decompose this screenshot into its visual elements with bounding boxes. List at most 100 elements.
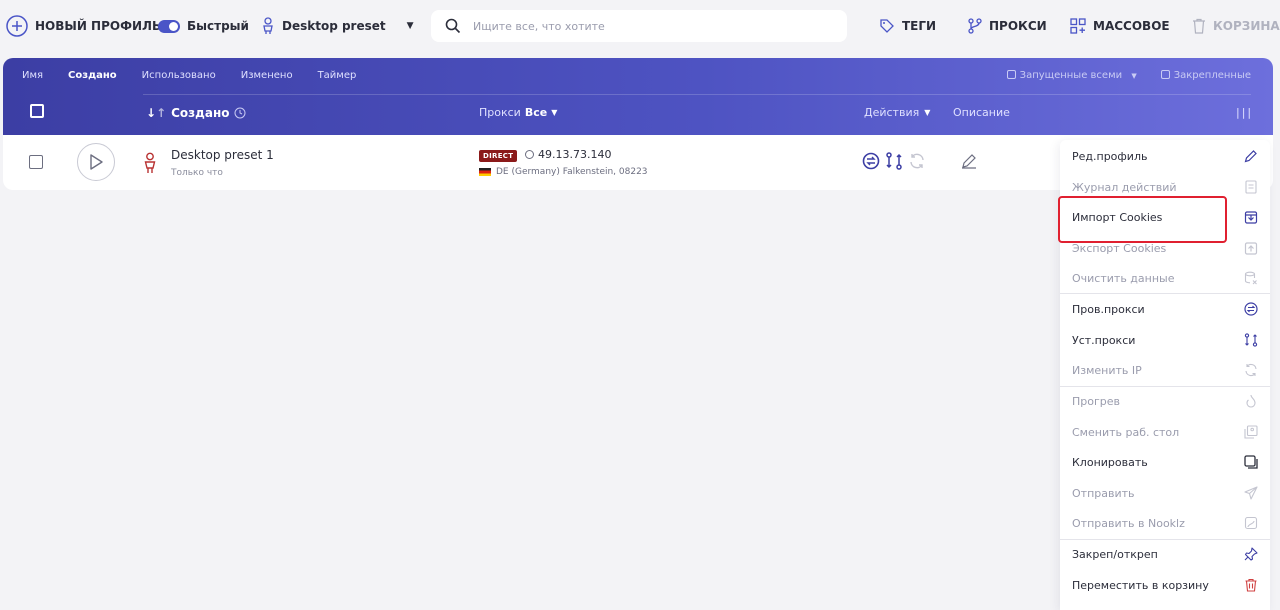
menu-item-label: Очистить данные — [1072, 271, 1175, 285]
sort-tabs: Имя Создано Использовано Изменено Таймер — [22, 70, 381, 81]
desktop-switch-icon — [1244, 425, 1258, 439]
set-proxy-icon[interactable] — [885, 152, 903, 170]
menu-item-check-proxy[interactable]: Пров.прокси — [1060, 294, 1270, 324]
menu-item-import-cookies[interactable]: Импорт Cookies — [1060, 202, 1270, 232]
proxy-location-value: DE (Germany) Falkenstein, 08223 — [496, 167, 648, 177]
bulk-grid-icon — [1070, 18, 1086, 34]
menu-item-label: Клонировать — [1072, 455, 1148, 469]
checkbox-icon — [1160, 70, 1170, 79]
search-icon — [445, 18, 461, 34]
edit-description-button[interactable] — [961, 153, 977, 173]
menu-item-label: Сменить раб. стол — [1072, 425, 1180, 439]
sort-tab-created[interactable]: Создано — [68, 70, 117, 81]
send-icon — [1244, 486, 1258, 500]
person-icon — [143, 152, 157, 178]
pin-icon — [1244, 547, 1258, 561]
clear-data-icon — [1244, 271, 1257, 285]
column-created-label: Создано — [171, 106, 230, 120]
proxy-icon — [968, 18, 982, 34]
pencil-icon — [1244, 150, 1257, 163]
column-headers: ↓↑ Создано Прокси Все ▼ Действия ▼ Описа… — [3, 102, 1273, 126]
row-actions — [862, 152, 926, 170]
menu-item-send-nooklz[interactable]: Отправить в Nooklz — [1060, 508, 1270, 538]
bulk-label: МАССОВОЕ — [1093, 19, 1170, 33]
row-checkbox[interactable] — [29, 155, 43, 169]
profile-name[interactable]: Desktop preset 1 — [171, 148, 274, 162]
proxy-type-badge: DIRECT — [479, 150, 518, 162]
new-profile-label: НОВЫЙ ПРОФИЛЬ — [35, 19, 162, 33]
menu-item-clear-data[interactable]: Очистить данные — [1060, 263, 1270, 293]
sort-tab-modified[interactable]: Изменено — [241, 70, 293, 81]
menu-item-label: Закреп/откреп — [1072, 547, 1158, 561]
trash-button[interactable]: КОРЗИНА — [1192, 15, 1280, 37]
tags-button[interactable]: ТЕГИ — [879, 15, 936, 37]
menu-item-set-proxy[interactable]: Уст.прокси — [1060, 325, 1270, 355]
column-created[interactable]: ↓↑ Создано — [146, 106, 246, 120]
play-icon — [90, 154, 103, 170]
profile-created-time: Только что — [171, 168, 223, 178]
top-toolbar: НОВЫЙ ПРОФИЛЬ Быстрый Desktop preset ▼ Т… — [0, 0, 1280, 52]
plus-circle-icon — [6, 15, 28, 37]
bulk-button[interactable]: МАССОВОЕ — [1070, 15, 1170, 37]
fast-toggle-label: Быстрый — [187, 19, 249, 33]
select-all-checkbox[interactable] — [30, 104, 44, 118]
start-profile-button[interactable] — [77, 143, 115, 181]
new-profile-button[interactable]: НОВЫЙ ПРОФИЛЬ — [6, 15, 161, 37]
header-filters: Запущенные всеми ▼ Закрепленные — [1006, 70, 1251, 81]
sort-tab-used[interactable]: Использовано — [142, 70, 216, 81]
menu-item-switch-desktop[interactable]: Сменить раб. стол — [1060, 417, 1270, 447]
menu-item-move-to-trash[interactable]: Переместить в корзину — [1060, 570, 1270, 600]
menu-item-label: Переместить в корзину — [1072, 578, 1209, 592]
menu-item-label: Экспорт Cookies — [1072, 241, 1167, 255]
column-proxy[interactable]: Прокси Все ▼ — [479, 106, 557, 119]
filter-pinned-label: Закрепленные — [1173, 70, 1251, 81]
check-proxy-icon[interactable] — [862, 152, 880, 170]
chevron-down-icon: ▼ — [406, 21, 414, 31]
check-proxy-icon — [1244, 302, 1258, 316]
tag-icon — [880, 19, 894, 33]
menu-item-send[interactable]: Отправить — [1060, 478, 1270, 508]
menu-item-label: Отправить — [1072, 486, 1135, 500]
chevron-down-icon: ▼ — [1131, 72, 1137, 80]
proxies-label: ПРОКСИ — [989, 19, 1047, 33]
proxy-ip-value: 49.13.73.140 — [538, 148, 612, 161]
menu-item-pin[interactable]: Закреп/откреп — [1060, 539, 1270, 569]
proxy-location: DE (Germany) Falkenstein, 08223 — [479, 167, 648, 177]
menu-item-label: Изменить IP — [1072, 363, 1142, 377]
menu-item-export-cookies[interactable]: Экспорт Cookies — [1060, 233, 1270, 263]
trash-icon — [1245, 578, 1257, 592]
menu-item-change-ip[interactable]: Изменить IP — [1060, 355, 1270, 385]
trash-label: КОРЗИНА — [1213, 19, 1280, 33]
menu-item-clone[interactable]: Клонировать — [1060, 447, 1270, 477]
menu-item-label: Журнал действий — [1072, 180, 1177, 194]
preset-selector[interactable]: Desktop preset ▼ — [261, 15, 414, 37]
refresh-icon — [1245, 363, 1257, 377]
sort-tab-timer[interactable]: Таймер — [318, 70, 357, 81]
columns-settings-icon[interactable]: ||| — [1236, 106, 1253, 119]
column-actions[interactable]: Действия ▼ — [864, 106, 930, 119]
proxy-filter-value: Все — [524, 106, 548, 119]
column-description[interactable]: Описание — [953, 106, 1010, 119]
set-proxy-icon — [1244, 333, 1258, 347]
menu-item-action-log[interactable]: Журнал действий — [1060, 172, 1270, 202]
fast-toggle[interactable]: Быстрый — [158, 15, 249, 37]
flag-de-icon — [479, 168, 491, 176]
table-header: Имя Создано Использовано Изменено Таймер… — [3, 58, 1273, 135]
filter-running[interactable]: Запущенные всеми ▼ — [1006, 70, 1137, 81]
refresh-icon[interactable] — [908, 152, 926, 170]
proxy-ip: 49.13.73.140 — [525, 148, 611, 161]
column-proxy-label: Прокси — [479, 106, 521, 119]
import-cookies-icon — [1244, 211, 1258, 224]
export-cookies-icon — [1244, 242, 1258, 255]
filter-pinned[interactable]: Закрепленные — [1160, 70, 1251, 81]
menu-item-edit-profile[interactable]: Ред.профиль — [1060, 141, 1270, 171]
sort-tab-name[interactable]: Имя — [22, 70, 43, 81]
menu-item-label: Прогрев — [1072, 394, 1120, 408]
chevron-down-icon: ▼ — [924, 108, 931, 117]
proxies-button[interactable]: ПРОКСИ — [968, 15, 1047, 37]
search-input[interactable] — [473, 19, 813, 33]
status-dot-icon — [525, 150, 534, 159]
menu-item-label: Отправить в Nooklz — [1072, 516, 1185, 530]
menu-item-label: Уст.прокси — [1072, 333, 1136, 347]
menu-item-warmup[interactable]: Прогрев — [1060, 386, 1270, 416]
